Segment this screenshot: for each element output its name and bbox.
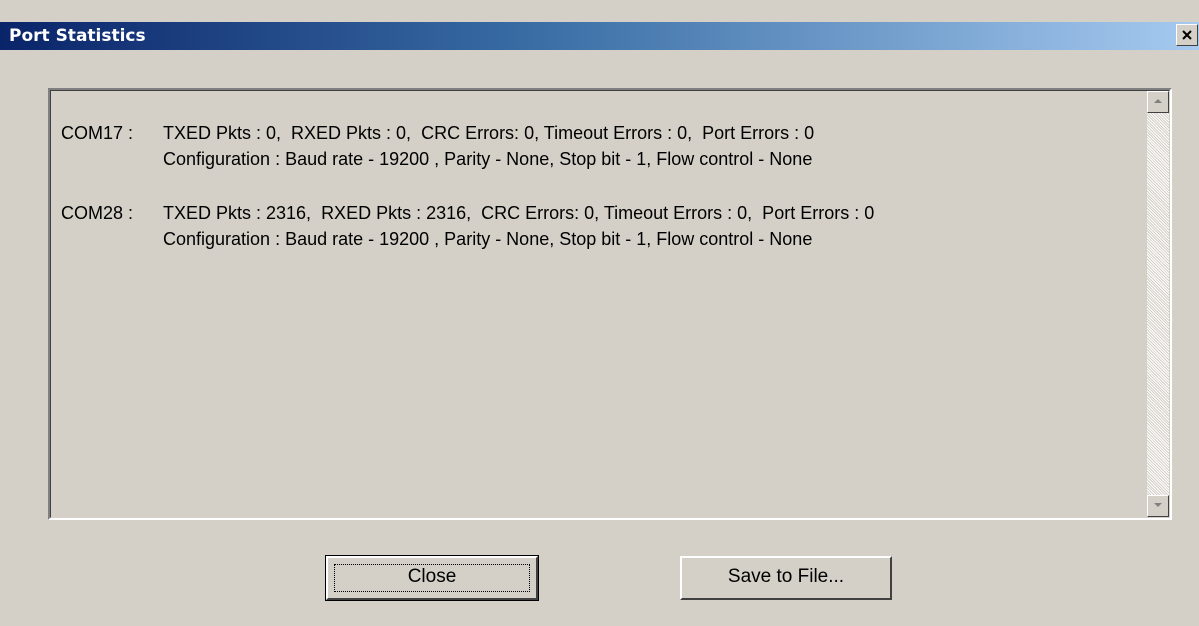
window-title: Port Statistics: [9, 26, 146, 46]
port-counters: TXED Pkts : 0, RXED Pkts : 0, CRC Errors…: [163, 123, 815, 143]
port-configuration: Configuration : Baud rate - 19200 , Pari…: [163, 149, 813, 169]
arrow-down-icon: [1154, 503, 1162, 507]
close-window-button[interactable]: [1176, 24, 1198, 46]
port-statistics-dialog: Port Statistics COM17 : TXED Pkts : 0, R…: [0, 0, 1199, 626]
port-configuration: Configuration : Baud rate - 19200 , Pari…: [163, 229, 813, 249]
scroll-up-button[interactable]: [1147, 91, 1169, 113]
statistics-textbox[interactable]: COM17 : TXED Pkts : 0, RXED Pkts : 0, CR…: [48, 88, 1172, 520]
title-bar[interactable]: Port Statistics: [0, 22, 1199, 50]
close-button-label: Close: [407, 566, 457, 587]
scroll-down-button[interactable]: [1147, 495, 1169, 517]
arrow-up-icon: [1154, 99, 1162, 103]
save-button-label: Save to File...: [727, 566, 845, 587]
port-counters: TXED Pkts : 2316, RXED Pkts : 2316, CRC …: [163, 203, 875, 223]
close-button[interactable]: Close: [325, 555, 539, 601]
port-name: COM28 :: [61, 203, 134, 223]
save-to-file-button[interactable]: Save to File...: [680, 556, 892, 600]
vertical-scrollbar[interactable]: [1147, 91, 1169, 517]
port-name: COM17 :: [61, 123, 134, 143]
close-x-icon: [1182, 30, 1192, 40]
